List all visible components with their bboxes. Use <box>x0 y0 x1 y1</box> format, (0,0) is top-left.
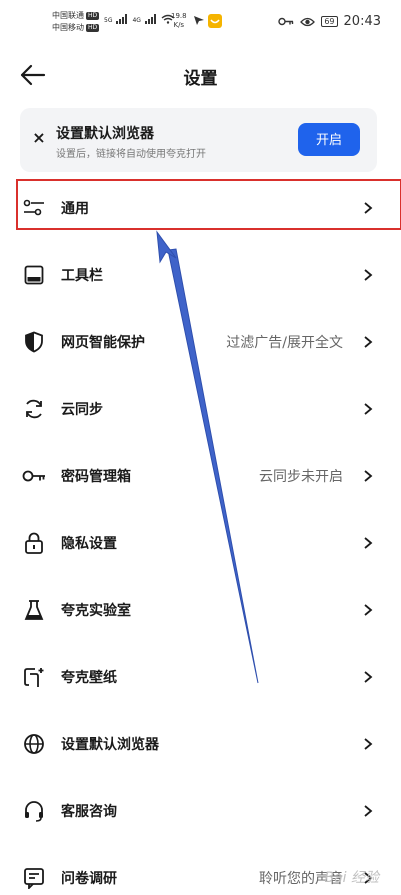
sync-icon <box>22 397 46 421</box>
chevron-right-icon <box>364 402 373 415</box>
hd-badge: HD <box>86 11 100 20</box>
chevron-right-icon <box>364 536 373 549</box>
carrier-2: 中国移动 <box>52 23 84 32</box>
menu-item-wallpaper[interactable]: 夸克壁纸 <box>0 643 401 710</box>
toolbar-icon <box>22 263 46 287</box>
clock: 20:43 <box>343 14 381 29</box>
eye-icon <box>300 17 316 26</box>
globe-icon <box>22 732 46 756</box>
flask-icon <box>22 598 46 622</box>
headset-icon <box>22 799 46 823</box>
cursor-notification-icon <box>194 16 204 25</box>
net-speed-unit: K/s <box>173 21 185 29</box>
menu-item-customer-service[interactable]: 客服咨询 <box>0 777 401 844</box>
wallpaper-icon <box>22 665 46 689</box>
chevron-right-icon <box>364 603 373 616</box>
lock-icon <box>22 531 46 555</box>
menu-item-privacy[interactable]: 隐私设置 <box>0 509 401 576</box>
chevron-right-icon <box>364 201 373 214</box>
settings-menu: 通用 工具栏 网页智能保护 过滤广告/展开全文 云同步 密码管理箱 云同步未开启 <box>0 174 401 895</box>
default-browser-banner: × 设置默认浏览器 设置后，链接将自动使用夸克打开 开启 <box>20 108 377 172</box>
chevron-right-icon <box>364 804 373 817</box>
page-title: 设置 <box>183 69 218 89</box>
menu-item-label: 隐私设置 <box>61 535 117 552</box>
net-speed-value: 19.8 <box>171 12 187 20</box>
carrier-info: 中国联通 HD 中国移动 HD <box>52 10 100 34</box>
banner-subtitle: 设置后，链接将自动使用夸克打开 <box>56 149 206 160</box>
top-bar: 设置 <box>0 52 401 98</box>
status-right: 69 20:43 <box>278 14 381 29</box>
sliders-icon <box>22 196 46 220</box>
menu-item-web-protection[interactable]: 网页智能保护 过滤广告/展开全文 <box>0 308 401 375</box>
signal-icon <box>116 14 128 24</box>
menu-item-lab[interactable]: 夸克实验室 <box>0 576 401 643</box>
carrier-1: 中国联通 <box>52 11 84 20</box>
key-status-icon <box>278 17 294 26</box>
menu-item-label: 工具栏 <box>61 267 103 284</box>
menu-item-value: 过滤广告/展开全文 <box>226 334 343 351</box>
shield-icon <box>22 330 46 354</box>
menu-item-label: 云同步 <box>61 401 103 418</box>
chevron-right-icon <box>364 268 373 281</box>
net-5g-label: 5G <box>104 17 113 24</box>
menu-item-password-manager[interactable]: 密码管理箱 云同步未开启 <box>0 442 401 509</box>
menu-item-label: 设置默认浏览器 <box>61 736 159 753</box>
menu-item-general[interactable]: 通用 <box>0 174 401 241</box>
menu-item-label: 密码管理箱 <box>61 468 131 485</box>
net-4g-label: 4G <box>132 17 141 24</box>
menu-item-default-browser[interactable]: 设置默认浏览器 <box>0 710 401 777</box>
chevron-right-icon <box>364 335 373 348</box>
menu-item-label: 网页智能保护 <box>61 334 145 351</box>
menu-item-label: 通用 <box>61 200 89 217</box>
key-icon <box>22 464 46 488</box>
signal-icons: 5G 4G <box>104 14 175 24</box>
menu-item-label: 问卷调研 <box>61 870 117 887</box>
enable-default-browser-button[interactable]: 开启 <box>298 123 360 156</box>
menu-item-toolbar[interactable]: 工具栏 <box>0 241 401 308</box>
chevron-right-icon <box>364 737 373 750</box>
watermark: Bai 经验 <box>324 870 379 886</box>
signal-icon <box>144 14 156 24</box>
menu-item-value: 云同步未开启 <box>259 468 343 485</box>
menu-item-label: 夸克实验室 <box>61 602 131 619</box>
hd-badge: HD <box>86 23 100 32</box>
survey-icon <box>22 866 46 890</box>
menu-item-label: 客服咨询 <box>61 803 117 820</box>
status-bar: 中国联通 HD 中国移动 HD 5G 4G 19.8 K/s 69 20:43 <box>0 0 401 48</box>
chevron-right-icon <box>364 469 373 482</box>
battery-icon: 69 <box>321 16 338 27</box>
close-icon[interactable]: × <box>30 128 48 147</box>
menu-item-cloud-sync[interactable]: 云同步 <box>0 375 401 442</box>
app-notification-icon <box>208 14 222 28</box>
banner-title: 设置默认浏览器 <box>56 126 154 142</box>
net-speed: 19.8 K/s <box>171 12 187 30</box>
chevron-right-icon <box>364 670 373 683</box>
menu-item-label: 夸克壁纸 <box>61 669 117 686</box>
